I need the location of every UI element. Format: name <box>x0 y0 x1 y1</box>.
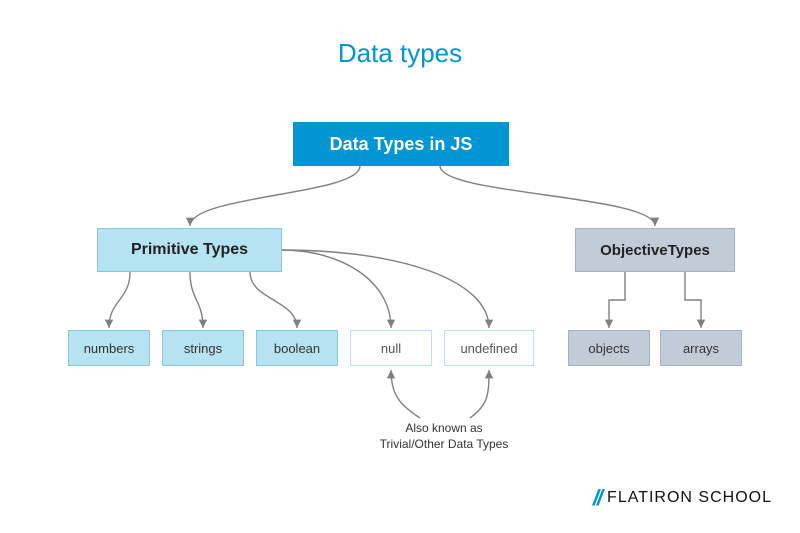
brand-slashes-icon: // <box>593 485 601 511</box>
node-root: Data Types in JS <box>293 122 509 166</box>
node-null: null <box>350 330 432 366</box>
node-numbers: numbers <box>68 330 150 366</box>
node-primitive-types: Primitive Types <box>97 228 282 272</box>
node-boolean: boolean <box>256 330 338 366</box>
node-objects: objects <box>568 330 650 366</box>
brand-logo: // FLATIRON SCHOOL <box>593 485 772 511</box>
note-line-1: Also known as <box>344 420 544 436</box>
node-objective-types: ObjectiveTypes <box>575 228 735 272</box>
brand-name: FLATIRON SCHOOL <box>607 489 772 507</box>
trivial-note: Also known as Trivial/Other Data Types <box>344 420 544 452</box>
node-undefined: undefined <box>444 330 534 366</box>
page-title: Data types <box>0 0 800 69</box>
node-arrays: arrays <box>660 330 742 366</box>
node-strings: strings <box>162 330 244 366</box>
note-line-2: Trivial/Other Data Types <box>344 436 544 452</box>
